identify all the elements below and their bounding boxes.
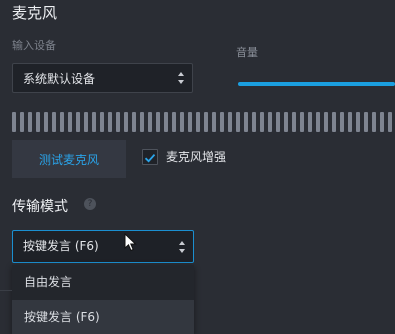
meter-bar <box>92 112 96 132</box>
meter-bar <box>44 112 48 132</box>
checkmark-icon <box>144 154 156 163</box>
meter-bar <box>148 112 152 132</box>
meter-bar <box>372 112 376 132</box>
meter-bar <box>292 112 296 132</box>
meter-bar <box>268 112 272 132</box>
meter-bar <box>60 112 64 132</box>
meter-bar <box>332 112 336 132</box>
meter-bar <box>228 112 232 132</box>
meter-bar <box>364 112 368 132</box>
meter-bar <box>84 112 88 132</box>
input-level-meter <box>12 112 395 132</box>
microphone-section-title: 麦克风 <box>12 4 58 22</box>
microphone-enhance-label[interactable]: 麦克风增强 <box>166 149 226 166</box>
meter-bar <box>76 112 80 132</box>
meter-bar <box>180 112 184 132</box>
meter-bar <box>12 112 16 132</box>
meter-bar <box>252 112 256 132</box>
meter-bar <box>316 112 320 132</box>
up-down-arrows-icon <box>177 69 185 85</box>
meter-bar <box>156 112 160 132</box>
transmission-mode-select[interactable]: 按键发言 (F6) <box>12 230 194 263</box>
mouse-pointer-icon <box>124 232 138 253</box>
meter-bar <box>188 112 192 132</box>
meter-bar <box>172 112 176 132</box>
transmission-mode-title: 传输模式 <box>12 199 68 215</box>
meter-bar <box>196 112 200 132</box>
meter-bar <box>36 112 40 132</box>
meter-bar <box>52 112 56 132</box>
input-device-label: 输入设备 <box>12 39 56 52</box>
meter-bar <box>100 112 104 132</box>
meter-bar <box>236 112 240 132</box>
question-circle-icon[interactable]: ? <box>84 198 96 210</box>
meter-bar <box>380 112 384 132</box>
input-device-value: 系统默认设备 <box>23 72 96 86</box>
meter-bar <box>220 112 224 132</box>
transmission-mode-dropdown: 自由发言 按键发言 (F6) <box>12 265 194 334</box>
meter-bar <box>300 112 304 132</box>
divider <box>0 290 12 291</box>
meter-bar <box>308 112 312 132</box>
meter-bar <box>164 112 168 132</box>
microphone-enhance-checkbox[interactable] <box>142 149 158 165</box>
meter-bar <box>28 112 32 132</box>
meter-bar <box>276 112 280 132</box>
meter-bar <box>388 112 392 132</box>
volume-label: 音量 <box>236 46 258 59</box>
meter-bar <box>20 112 24 132</box>
meter-bar <box>212 112 216 132</box>
transmission-mode-value: 按键发言 (F6) <box>23 239 99 253</box>
input-device-select[interactable]: 系统默认设备 <box>12 63 193 93</box>
meter-bar <box>108 112 112 132</box>
meter-bar <box>340 112 344 132</box>
meter-bar <box>68 112 72 132</box>
meter-bar <box>244 112 248 132</box>
up-down-arrows-icon <box>178 238 186 254</box>
meter-bar <box>348 112 352 132</box>
test-microphone-button[interactable]: 测试麦克风 <box>12 140 126 178</box>
meter-bar <box>204 112 208 132</box>
dropdown-option-push-to-talk[interactable]: 按键发言 (F6) <box>12 300 194 334</box>
dropdown-option-free-talk[interactable]: 自由发言 <box>12 265 194 299</box>
meter-bar <box>116 112 120 132</box>
meter-bar <box>132 112 136 132</box>
meter-bar <box>284 112 288 132</box>
meter-bar <box>260 112 264 132</box>
meter-bar <box>356 112 360 132</box>
volume-slider[interactable] <box>238 82 395 86</box>
meter-bar <box>140 112 144 132</box>
meter-bar <box>124 112 128 132</box>
meter-bar <box>324 112 328 132</box>
